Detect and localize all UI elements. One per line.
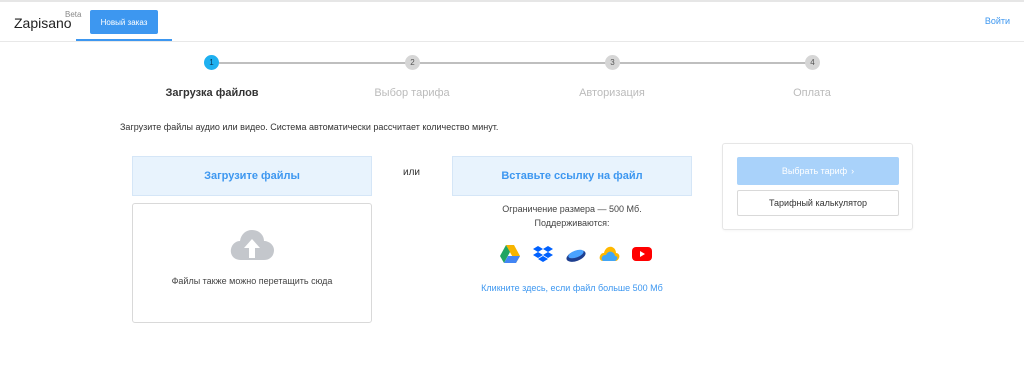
tariff-calculator-button[interactable]: Тарифный калькулятор [737,190,899,216]
beta-badge: Beta [65,10,82,19]
google-drive-icon [500,245,520,263]
step-4-indicator: 4 [805,55,820,70]
step-2-indicator: 2 [405,55,420,70]
step-3-indicator: 3 [605,55,620,70]
choose-tariff-label: Выбрать тариф [781,166,848,176]
dropbox-icon [533,246,553,262]
step-1-indicator: 1 [204,55,219,70]
youtube-icon [632,247,652,261]
header: Zapisano Beta Новый заказ Войти [0,2,1024,42]
drop-zone-text: Файлы также можно перетащить сюда [171,276,333,286]
mail-cloud-icon [599,246,620,261]
upload-files-button[interactable]: Загрузите файлы [132,156,372,196]
intro-text: Загрузите файлы аудио или видео. Система… [120,122,499,132]
big-file-link[interactable]: Кликните здесь, если файл больше 500 Мб [452,283,692,293]
step-1-label: Загрузка файлов [165,87,259,99]
step-connector [219,62,406,64]
active-tab-underline [76,39,172,41]
choose-tariff-button[interactable]: Выбрать тариф › [737,157,899,185]
yandex-disk-icon [566,249,586,262]
chevron-right-icon: › [851,166,855,176]
paste-link-button[interactable]: Вставьте ссылку на файл [452,156,692,196]
login-link[interactable]: Войти [985,16,1010,26]
step-4-label: Оплата [793,87,831,99]
tariff-panel: Выбрать тариф › Тарифный калькулятор [722,143,913,230]
step-connector [620,62,806,64]
supported-services [499,243,653,265]
drop-zone[interactable]: Файлы также можно перетащить сюда [132,203,372,323]
step-3-label: Авторизация [579,87,645,99]
cloud-upload-icon [230,230,274,260]
size-limit-text: Ограничение размера — 500 Мб. [502,204,642,214]
new-order-button[interactable]: Новый заказ [90,10,158,34]
step-connector [420,62,606,64]
or-separator: или [403,167,421,178]
supported-label: Поддерживаются: [534,218,610,228]
logo[interactable]: Zapisano [14,15,72,31]
step-2-label: Выбор тарифа [374,87,450,99]
